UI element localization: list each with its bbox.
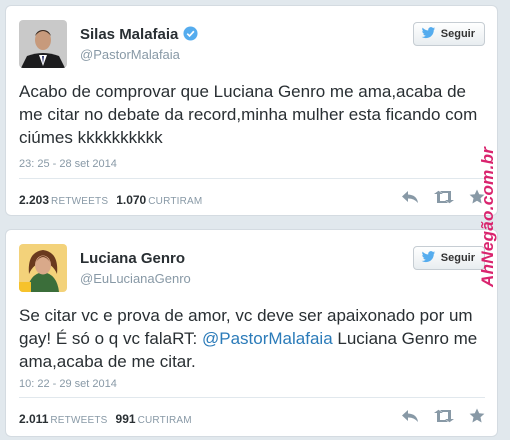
follow-button[interactable]: Seguir — [412, 246, 485, 270]
avatar[interactable] — [19, 244, 67, 292]
tweet-timestamp[interactable]: 23: 25 - 28 set 2014 — [19, 158, 117, 170]
follow-button[interactable]: Seguir — [412, 22, 485, 46]
like-label[interactable]: CURTIRAM — [148, 196, 202, 207]
tweet-stats: 2.011 RETWEETS 991 CURTIRAM — [19, 412, 200, 426]
retweet-label[interactable]: RETWEETS — [50, 415, 107, 426]
retweet-count[interactable]: 2.011 — [19, 412, 48, 426]
tweet-timestamp[interactable]: 10: 22 - 29 set 2014 — [19, 378, 117, 390]
tweet-actions — [401, 189, 485, 209]
follow-label[interactable]: Seguir — [441, 28, 475, 40]
reply-icon[interactable] — [401, 409, 419, 428]
user-name[interactable]: Luciana Genro — [80, 250, 185, 267]
tweet-card: Luciana Genro @EuLucianaGenro Seguir Se … — [5, 229, 498, 437]
divider — [19, 397, 485, 398]
tweet-card: Silas Malafaia @PastorMalafaia Seguir Ac… — [5, 5, 498, 216]
retweet-count[interactable]: 2.203 — [19, 193, 49, 207]
user-handle[interactable]: @EuLucianaGenro — [80, 271, 191, 286]
divider — [19, 178, 485, 179]
watermark: AhNegão.com.br — [478, 146, 497, 287]
tweet-stats: 2.203 RETWEETS 1.070 CURTIRAM — [19, 193, 210, 207]
retweet-icon[interactable] — [433, 409, 455, 428]
user-name-text[interactable]: Luciana Genro — [80, 250, 185, 267]
twitter-bird-icon — [421, 250, 436, 266]
like-label[interactable]: CURTIRAM — [138, 415, 192, 426]
verified-badge-icon — [183, 26, 198, 45]
like-count[interactable]: 1.070 — [116, 193, 146, 207]
avatar[interactable] — [19, 20, 67, 68]
retweet-icon[interactable] — [433, 190, 455, 209]
user-handle[interactable]: @PastorMalafaia — [80, 47, 180, 62]
tweet-actions — [401, 408, 485, 428]
twitter-bird-icon — [421, 26, 436, 42]
user-name-text[interactable]: Silas Malafaia — [80, 26, 178, 43]
mention-link[interactable]: @PastorMalafaia — [202, 329, 333, 348]
like-count[interactable]: 991 — [116, 412, 136, 426]
tweet-text: Acabo de comprovar que Luciana Genro me … — [19, 82, 478, 147]
user-name[interactable]: Silas Malafaia — [80, 26, 198, 45]
follow-label[interactable]: Seguir — [441, 252, 475, 264]
favorite-icon[interactable] — [469, 408, 485, 428]
tweet-text: Se citar vc e prova de amor, vc deve ser… — [19, 304, 485, 373]
retweet-label[interactable]: RETWEETS — [51, 196, 108, 207]
reply-icon[interactable] — [401, 190, 419, 209]
